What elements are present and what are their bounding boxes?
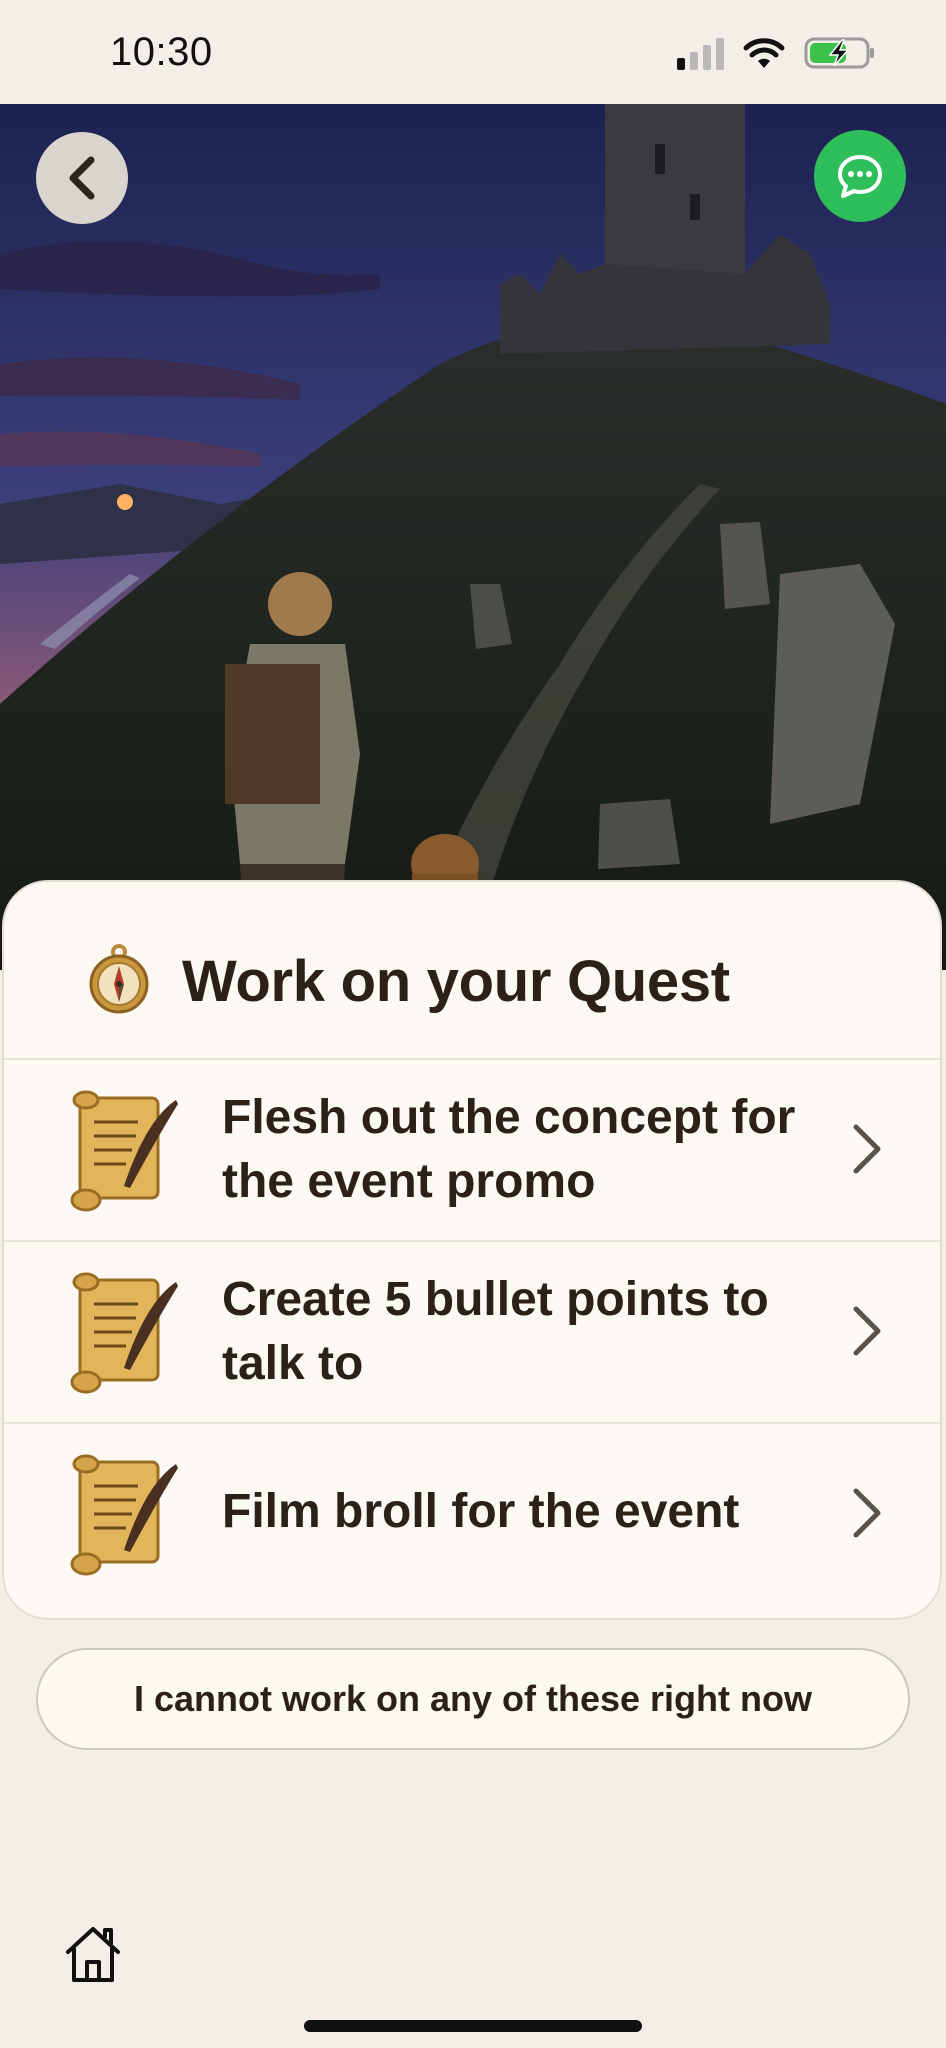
chat-bubble-icon <box>838 155 882 198</box>
compass-icon <box>89 944 149 1014</box>
chevron-left-icon <box>69 156 95 200</box>
back-button[interactable] <box>36 132 128 224</box>
quest-item[interactable]: Film broll for the event <box>4 1422 940 1618</box>
quest-card: Work on your Quest Flesh out the concept… <box>2 880 942 1620</box>
cannot-work-button[interactable]: I cannot work on any of these right now <box>36 1648 910 1750</box>
quest-item[interactable]: Flesh out the concept for the event prom… <box>4 1058 940 1240</box>
scroll-quill-icon <box>70 1454 178 1576</box>
chevron-right-icon <box>853 1488 881 1538</box>
home-icon[interactable] <box>62 1924 124 1984</box>
scroll-quill-icon <box>70 1090 178 1212</box>
scroll-quill-icon <box>70 1272 178 1394</box>
cellular-signal-icon <box>677 36 724 70</box>
status-time: 10:30 <box>110 30 213 74</box>
quest-item-label: Flesh out the concept for the event prom… <box>222 1091 796 1208</box>
home-indicator <box>304 2020 642 2032</box>
quest-card-header: Work on your Quest <box>4 882 940 1058</box>
chat-button[interactable] <box>814 130 906 222</box>
wifi-icon <box>743 38 785 68</box>
hero-illustration <box>0 104 946 970</box>
battery-charging-icon <box>804 37 874 69</box>
quest-card-title: Work on your Quest <box>182 949 730 1014</box>
quest-item[interactable]: Create 5 bullet points to talk to <box>4 1240 940 1422</box>
status-icons <box>677 36 876 70</box>
chevron-right-icon <box>853 1306 881 1356</box>
quest-item-label: Film broll for the event <box>222 1485 740 1538</box>
status-bar: 10:30 <box>0 0 946 104</box>
quest-item-label: Create 5 bullet points to talk to <box>222 1273 769 1390</box>
chevron-right-icon <box>853 1124 881 1174</box>
